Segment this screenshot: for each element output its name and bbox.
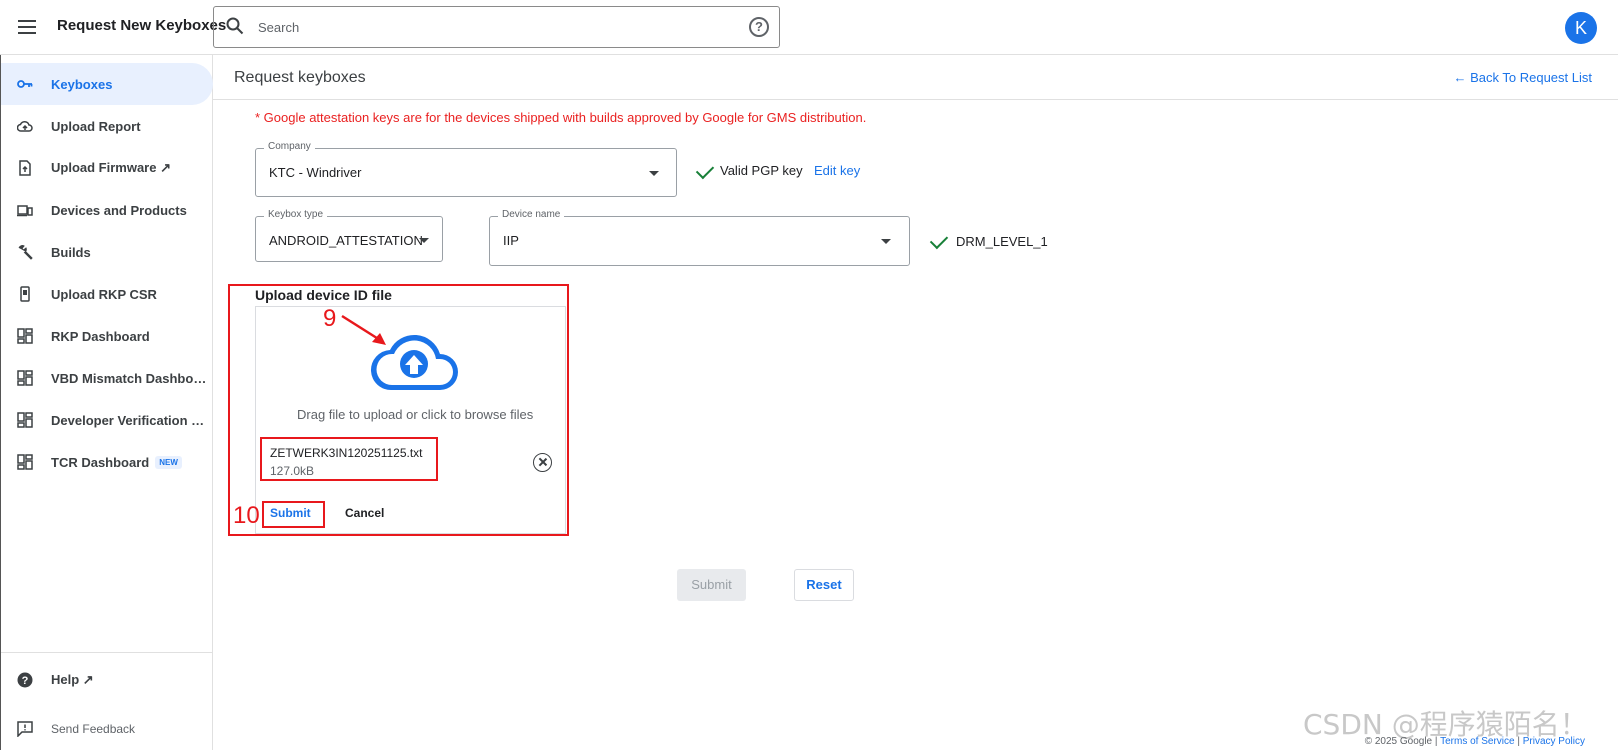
annotation-arrow-icon [341, 314, 386, 345]
svg-text:?: ? [22, 675, 29, 687]
chevron-down-icon [419, 238, 429, 243]
keybox-type-legend: Keybox type [264, 209, 328, 220]
help-icon[interactable]: ? [749, 17, 769, 37]
drm-level: DRM_LEVEL_1 [956, 234, 1048, 249]
upload-cancel-button[interactable]: Cancel [345, 506, 384, 520]
sidebar-item-developer-verification[interactable]: Developer Verification Dashboard [1, 399, 213, 441]
keybox-type-select[interactable]: Keybox type ANDROID_ATTESTATION [255, 209, 443, 262]
back-to-request-list-link[interactable]: ← Back To Request List [1453, 70, 1592, 85]
footer-separator: | [1517, 736, 1520, 747]
check-icon [695, 160, 715, 180]
sidebar-item-upload-report[interactable]: Upload Report [1, 105, 213, 147]
sidebar-item-label: Upload Report [51, 118, 141, 134]
sidebar-item-label: Keyboxes [51, 76, 113, 92]
sidebar-item-label: Send Feedback [51, 722, 136, 736]
help-circle-icon: ? [17, 672, 33, 688]
phone-icon [20, 286, 30, 302]
uploaded-file-size: 127.0kB [270, 464, 315, 478]
search-icon [226, 17, 244, 35]
dashboard-icon [17, 328, 33, 344]
wrench-icon [18, 245, 33, 260]
sidebar-item-label: VBD Mismatch Dashboard [51, 370, 211, 386]
upload-title: Upload device ID file [255, 287, 392, 303]
sidebar-item-tcr-dashboard[interactable]: TCR Dashboard NEW [1, 441, 213, 483]
top-app-bar: Request New Keyboxes ? K [0, 0, 1618, 55]
menu-icon[interactable] [18, 16, 40, 38]
sidebar-item-builds[interactable]: Builds [1, 231, 213, 273]
dashboard-icon [17, 454, 33, 470]
sidebar-item-label: Help ↗ [51, 672, 94, 687]
chevron-down-icon [649, 171, 659, 176]
sidebar-item-label: Devices and Products [51, 202, 187, 218]
copyright: © 2025 Google [1364, 736, 1433, 747]
chevron-down-icon [881, 239, 891, 244]
sidebar-item-devices[interactable]: Devices and Products [1, 189, 213, 231]
sidebar-divider [1, 652, 213, 653]
sidebar-item-upload-firmware[interactable]: Upload Firmware ↗ [1, 147, 213, 189]
sidebar-item-label: RKP Dashboard [51, 328, 150, 344]
pgp-status: Valid PGP key [720, 163, 803, 178]
footer-separator: | [1434, 736, 1438, 747]
sidebar-item-help[interactable]: ? Help ↗ [1, 659, 213, 701]
company-select[interactable]: Company KTC - Windriver [255, 141, 677, 197]
sidebar-item-keyboxes[interactable]: Keyboxes [1, 63, 213, 105]
sidebar-item-label: Builds [51, 244, 91, 260]
company-legend: Company [264, 141, 315, 152]
devices-icon [17, 205, 33, 217]
terms-link[interactable]: Terms of Service [1440, 736, 1514, 747]
keybox-type-value: ANDROID_ATTESTATION [269, 233, 423, 248]
arrow-left-icon: ← [1453, 70, 1471, 85]
sidebar-item-label: TCR Dashboard [51, 454, 150, 470]
privacy-link[interactable]: Privacy Policy [1523, 736, 1585, 747]
dashboard-icon [17, 412, 33, 428]
company-value: KTC - Windriver [269, 165, 362, 180]
key-icon [17, 80, 33, 88]
device-name-value: IIP [503, 233, 519, 248]
sidebar-nav: Keyboxes Upload Report Upload Firmware ↗… [0, 55, 213, 750]
step-number-annotation: 9 [323, 305, 337, 332]
cloud-upload-icon [17, 120, 33, 132]
upload-submit-button[interactable]: Submit [270, 506, 311, 520]
device-name-select[interactable]: Device name IIP [489, 209, 910, 266]
sidebar-item-rkp-dashboard[interactable]: RKP Dashboard [1, 315, 213, 357]
sidebar-item-label: Upload RKP CSR [51, 286, 157, 302]
sidebar-item-label: Developer Verification Dashboard [51, 412, 211, 428]
step-number-annotation: 10 [233, 502, 260, 529]
remove-file-icon[interactable] [533, 453, 552, 472]
footer: © 2025 Google | Terms of Service | Priva… [1365, 736, 1585, 747]
uploaded-file-name: ZETWERK3IN120251125.txt [270, 446, 423, 460]
edit-key-link[interactable]: Edit key [814, 163, 860, 178]
new-badge: NEW [155, 455, 182, 469]
file-upload-icon [19, 160, 31, 176]
reset-button[interactable]: Reset [794, 569, 854, 601]
search-box[interactable]: ? [213, 6, 780, 48]
back-link-label: Back To Request List [1470, 70, 1592, 85]
feedback-icon [17, 721, 33, 737]
page-title: Request keyboxes [234, 69, 366, 86]
device-name-legend: Device name [498, 209, 565, 220]
sidebar-item-label: Upload Firmware ↗ [51, 160, 171, 175]
sidebar-item-upload-rkp-csr[interactable]: Upload RKP CSR [1, 273, 213, 315]
sidebar-item-vbd-mismatch[interactable]: VBD Mismatch Dashboard [1, 357, 213, 399]
search-input[interactable] [258, 17, 708, 37]
submit-button[interactable]: Submit [677, 569, 746, 601]
page-header: Request keyboxes ← Back To Request List [213, 55, 1618, 100]
sidebar-item-feedback[interactable]: Send Feedback [1, 708, 213, 750]
check-icon [929, 230, 949, 250]
avatar[interactable]: K [1565, 12, 1597, 44]
app-title: Request New Keyboxes [57, 17, 227, 34]
gms-warning: * Google attestation keys are for the de… [255, 110, 867, 125]
dashboard-icon [17, 370, 33, 386]
dropzone-instruction: Drag file to upload or click to browse f… [297, 407, 534, 422]
